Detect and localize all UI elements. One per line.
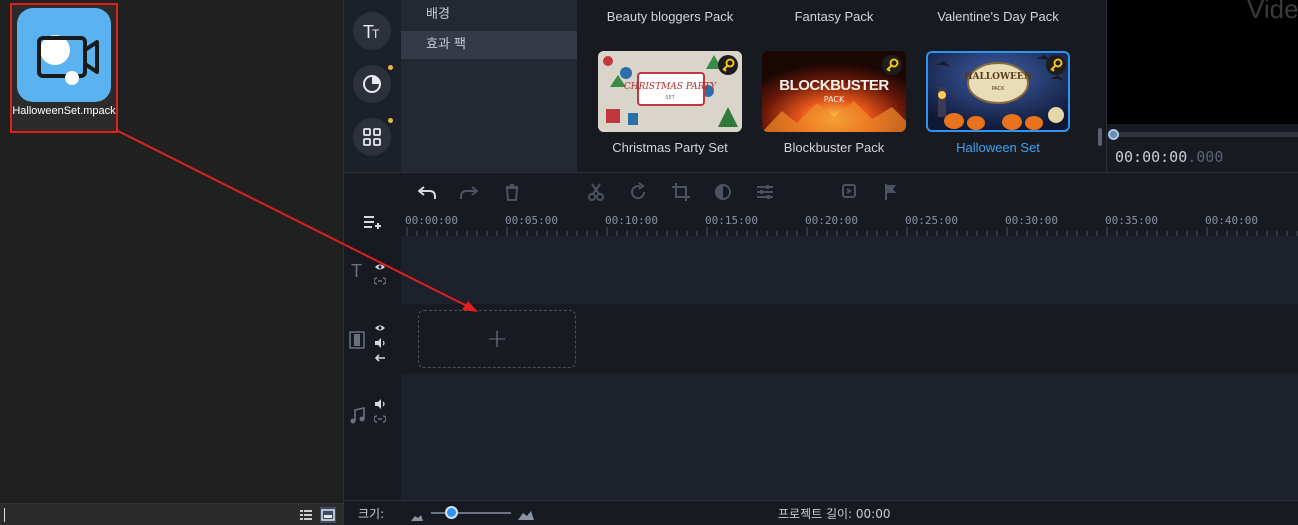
file-item-label: HalloweenSet.mpack — [12, 105, 116, 117]
rotate-icon[interactable] — [627, 181, 649, 203]
premium-key-icon — [718, 55, 738, 75]
playback-scrubber[interactable] — [1113, 132, 1298, 137]
zoom-slider[interactable] — [431, 512, 511, 514]
ruler-label: 00:30:00 — [1005, 214, 1058, 227]
transitions-icon[interactable] — [353, 65, 393, 103]
clip-properties-icon[interactable] — [838, 181, 860, 203]
explorer-status-bar — [0, 503, 343, 525]
zoom-out-icon[interactable] — [410, 507, 424, 525]
pack-label-christmas[interactable]: Christmas Party Set — [590, 140, 750, 155]
timeline-panel: T 00:00:00 00:05:00 00:10:00 00:15:00 00… — [344, 172, 1298, 501]
file-explorer-pane: HalloweenSet.mpack — [0, 0, 343, 525]
add-track-icon[interactable] — [362, 213, 384, 235]
more-tools-icon[interactable] — [353, 118, 393, 156]
preview-screen: Vide — [1107, 0, 1298, 124]
pack-label-fantasy[interactable]: Fantasy Pack — [754, 9, 914, 24]
ruler-label: 00:20:00 — [805, 214, 858, 227]
details-view-icon[interactable] — [298, 507, 314, 523]
thumb-subtitle: SET — [665, 95, 675, 101]
timeline-toolbar — [344, 173, 1298, 211]
color-adjust-icon[interactable] — [712, 181, 734, 203]
media-drop-zone[interactable]: + — [418, 310, 576, 368]
playhead-knob[interactable] — [1108, 129, 1119, 140]
ruler-label: 00:15:00 — [705, 214, 758, 227]
timecode-ms: .000 — [1187, 148, 1224, 166]
timecode-display: 00:00:00.000 — [1115, 148, 1223, 166]
project-length: 프로젝트 길이: 00:00 — [778, 507, 891, 521]
undo-icon[interactable] — [416, 181, 438, 203]
category-effect-packs[interactable]: 효과 팩 — [401, 31, 577, 59]
add-media-plus: + — [486, 324, 508, 354]
thumb-subtitle: PACK — [823, 95, 845, 104]
zoom-in-icon[interactable] — [517, 506, 535, 525]
file-item-halloweenset[interactable]: HalloweenSet.mpack — [10, 3, 118, 133]
music-track-icon — [349, 407, 367, 429]
ruler-label: 00:10:00 — [605, 214, 658, 227]
pack-label-halloween[interactable]: Halloween Set — [918, 140, 1078, 155]
tool-rail: TT — [344, 0, 401, 172]
text-caret — [4, 508, 5, 522]
timeline-ruler[interactable]: 00:00:00 00:05:00 00:10:00 00:15:00 00:20:00… — [401, 211, 1298, 237]
movavi-video-icon — [17, 8, 111, 102]
crop-icon[interactable] — [670, 181, 692, 203]
category-backgrounds[interactable]: 배경 — [401, 1, 577, 29]
video-track-icon — [349, 331, 365, 353]
redo-icon[interactable] — [458, 181, 480, 203]
timecode-main: 00:00:00 — [1115, 148, 1188, 166]
video-track[interactable]: + — [401, 304, 1298, 374]
pack-thumb-blockbuster[interactable]: BLOCKBUSTER PACK — [762, 51, 906, 132]
delete-icon[interactable] — [501, 181, 523, 203]
notification-dot — [388, 65, 393, 70]
audio-track[interactable] — [401, 374, 1298, 501]
zoom-slider-knob[interactable] — [444, 506, 458, 519]
pack-label-valentines[interactable]: Valentine's Day Pack — [918, 9, 1078, 24]
scale-label: 크기: — [358, 507, 385, 521]
cut-icon[interactable] — [585, 181, 607, 203]
thumb-title: CHRISTMAS PARTY — [623, 82, 717, 92]
selection-outline — [926, 51, 1070, 132]
link-icon[interactable] — [373, 409, 387, 428]
svg-text:T: T — [372, 27, 380, 41]
preview-watermark: Vide — [1247, 0, 1298, 24]
text-track-icon: T — [349, 261, 367, 283]
ruler-label: 00:40:00 — [1205, 214, 1258, 227]
ruler-label: 00:00:00 — [405, 214, 458, 227]
svg-text:T: T — [351, 261, 362, 279]
ruler-label: 00:05:00 — [505, 214, 558, 227]
ruler-label: 00:25:00 — [905, 214, 958, 227]
large-icons-view-icon[interactable] — [320, 507, 336, 523]
pack-gallery: Beauty bloggers Pack Fantasy Pack Valent… — [577, 0, 1106, 172]
premium-key-icon — [882, 55, 902, 75]
thumb-title: BLOCKBUSTER — [779, 77, 889, 94]
ruler-label: 00:35:00 — [1105, 214, 1158, 227]
preview-pane: Vide 00:00:00.000 — [1098, 0, 1298, 172]
video-editor-window: TT 배경 효과 팩 Beauty bloggers Pack Fantasy … — [343, 0, 1298, 525]
pack-label-blockbuster[interactable]: Blockbuster Pack — [754, 140, 914, 155]
link-icon[interactable] — [373, 271, 387, 290]
splitter-handle[interactable] — [1098, 128, 1102, 146]
text-track[interactable] — [401, 236, 1298, 304]
settings-sliders-icon[interactable] — [754, 181, 776, 203]
pack-label-beauty[interactable]: Beauty bloggers Pack — [590, 9, 750, 24]
marker-flag-icon[interactable] — [880, 181, 902, 203]
arrow-left-icon[interactable] — [374, 348, 386, 367]
pack-thumb-christmas[interactable]: CHRISTMAS PARTY SET — [598, 51, 742, 132]
titles-icon[interactable]: TT — [353, 12, 391, 50]
category-panel: 배경 효과 팩 — [401, 0, 577, 172]
notification-dot — [388, 118, 393, 123]
bottom-status-bar: 크기: 프로젝트 길이: 00:00 — [344, 500, 1298, 525]
track-gutter: T — [344, 211, 401, 501]
